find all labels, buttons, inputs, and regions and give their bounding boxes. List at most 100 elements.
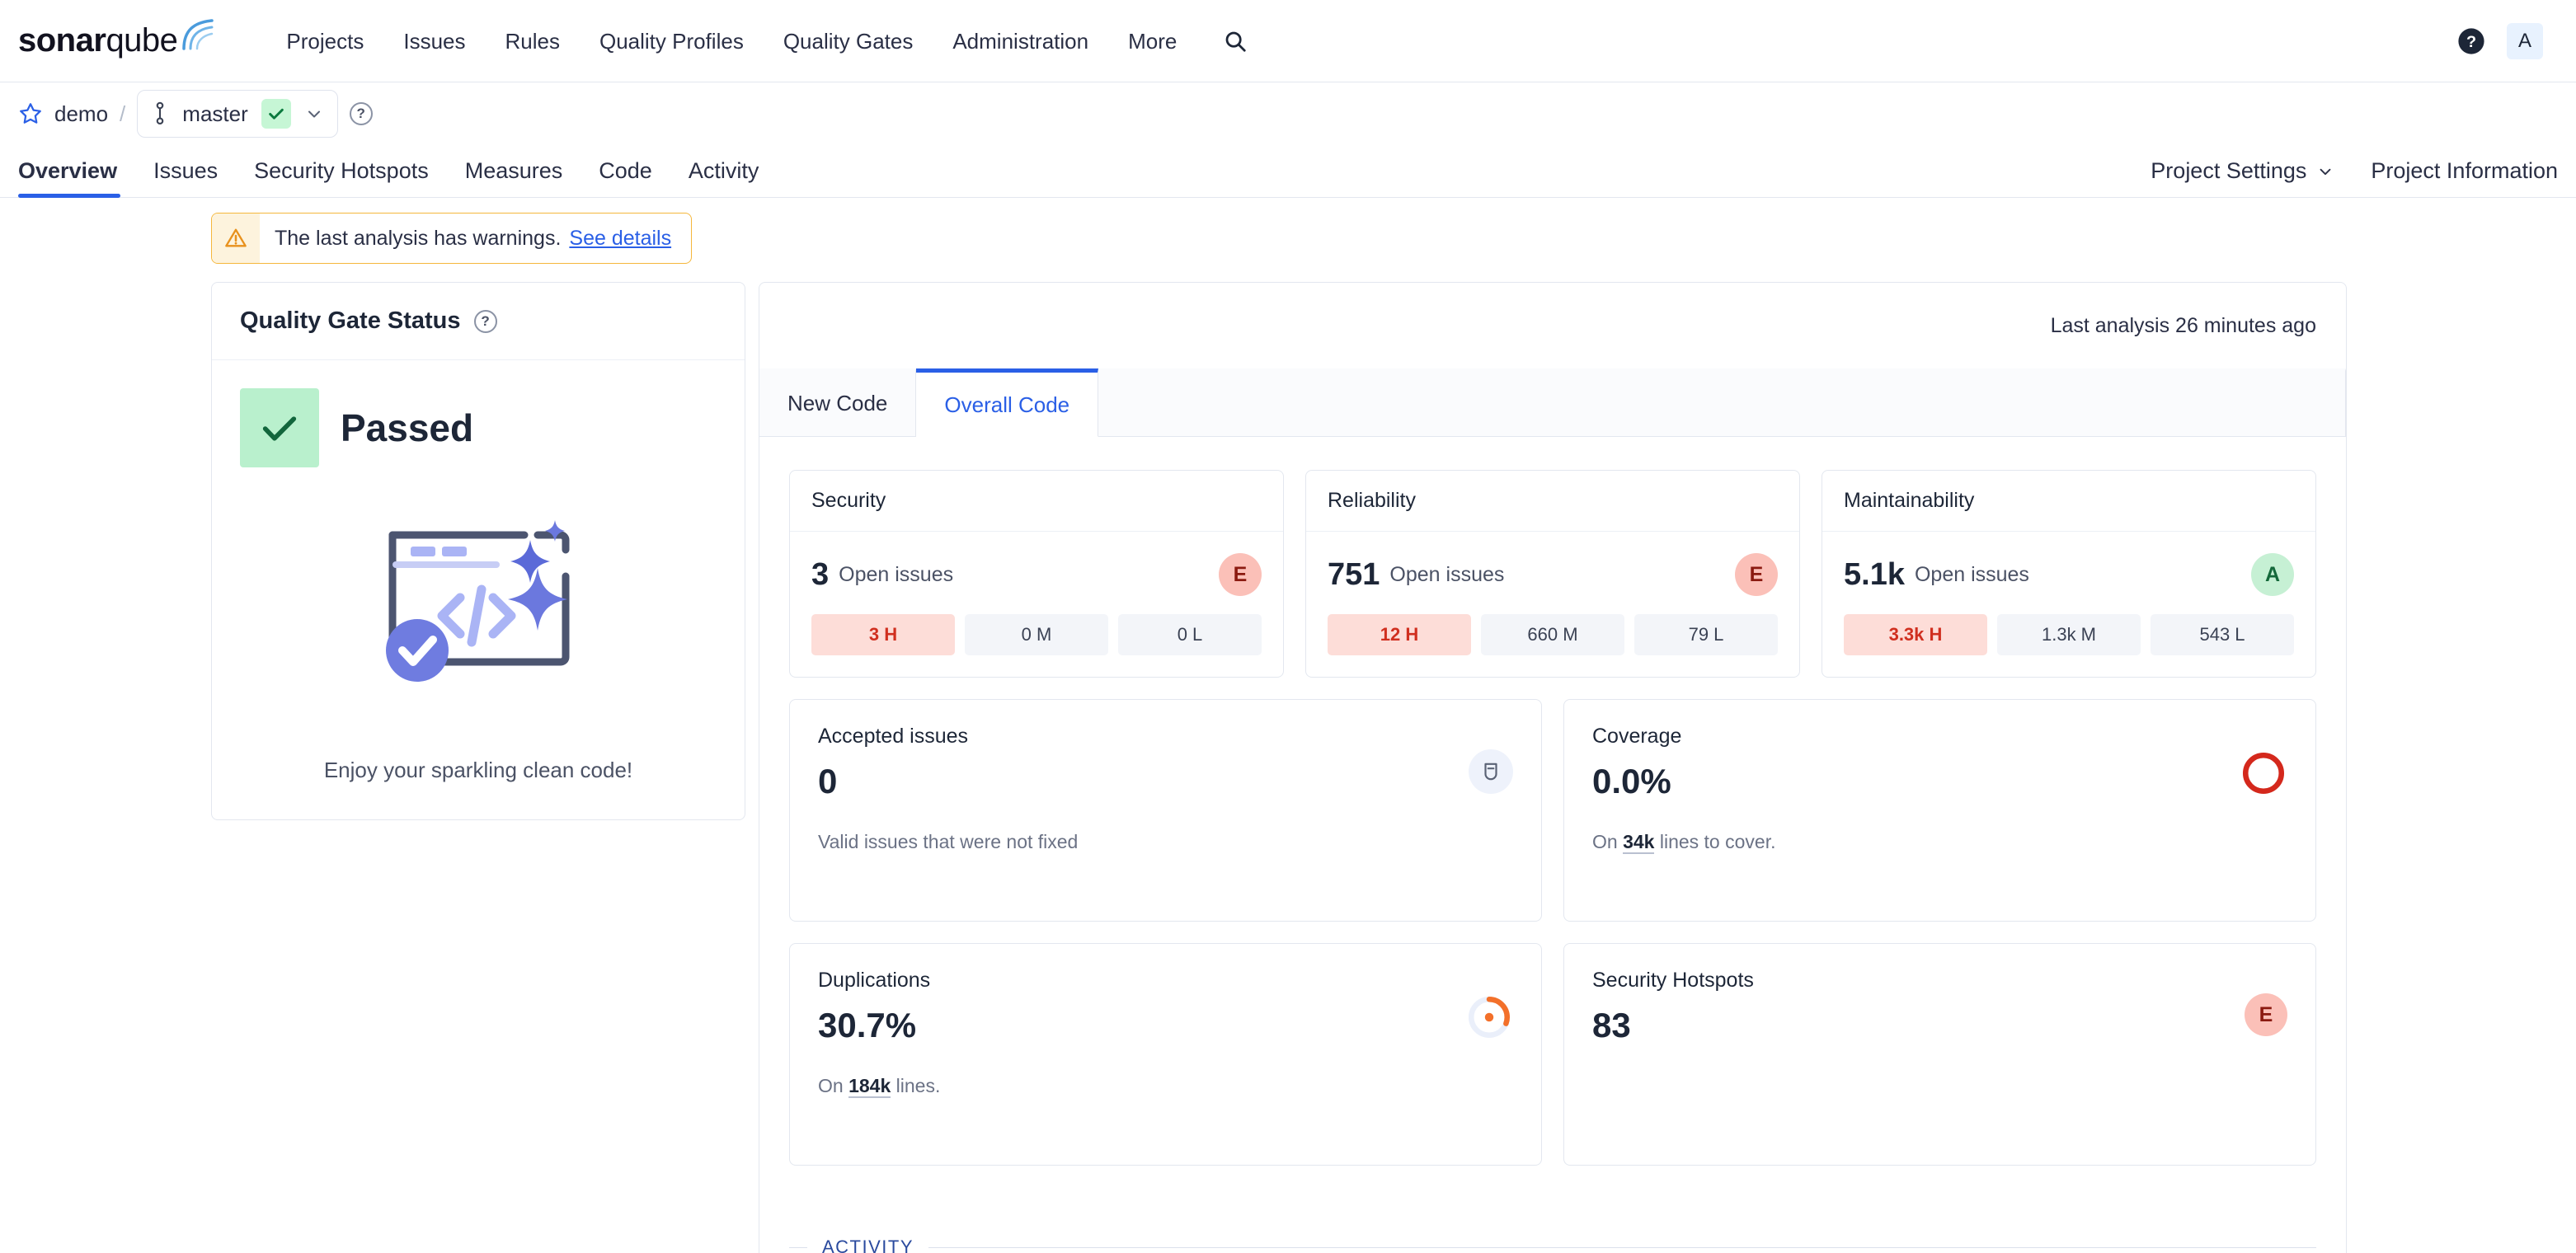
tab-issues[interactable]: Issues — [135, 158, 236, 197]
rating-badge[interactable]: E — [1735, 553, 1778, 596]
card-duplications: Duplications 30.7% On 184k lines. — [789, 943, 1542, 1166]
tab-activity[interactable]: Activity — [670, 158, 778, 197]
card-value[interactable]: 83 — [1592, 1006, 1754, 1045]
severity-chip-medium[interactable]: 660 M — [1481, 614, 1624, 655]
metric-line: 751 Open issues E — [1328, 553, 1778, 596]
logo-waves-icon — [182, 18, 214, 50]
severity-chips: 3.3k H 1.3k M 543 L — [1844, 614, 2294, 655]
help-circle-icon[interactable]: ? — [2457, 27, 2485, 55]
rating-badge[interactable]: A — [2251, 553, 2294, 596]
card-security-hotspots: Security Hotspots 83 E — [1563, 943, 2316, 1166]
sonarqube-logo[interactable]: sonarqube — [18, 18, 217, 59]
activity-divider: ACTIVITY — [789, 1237, 2316, 1253]
duplications-sub-prefix: On — [818, 1075, 849, 1096]
branch-selector[interactable]: master — [137, 90, 338, 138]
severity-chip-high[interactable]: 12 H — [1328, 614, 1471, 655]
severity-chips: 12 H 660 M 79 L — [1328, 614, 1778, 655]
global-nav-right: ? A — [2457, 22, 2543, 59]
tab-code[interactable]: Code — [581, 158, 670, 197]
nav-link-administration[interactable]: Administration — [933, 22, 1108, 60]
metric-label: Open issues — [1389, 562, 1505, 586]
logo-text-light: qube — [106, 22, 178, 59]
clean-code-illustration — [240, 500, 717, 723]
avatar[interactable]: A — [2507, 22, 2543, 59]
card-left: Coverage 0.0% On 34k lines to cover. — [1592, 725, 1775, 896]
svg-text:?: ? — [2466, 33, 2476, 51]
card-title: Duplications — [818, 969, 931, 992]
card-left: Accepted issues 0 Valid issues that were… — [818, 725, 1078, 896]
coverage-sub-suffix: lines to cover. — [1654, 831, 1776, 852]
metric-line: 3 Open issues E — [811, 553, 1262, 596]
card-accepted-issues: Accepted issues 0 Valid issues that were… — [789, 699, 1542, 922]
coverage-lines-link[interactable]: 34k — [1623, 831, 1655, 854]
project-tabs: Overview Issues Security Hotspots Measur… — [0, 145, 2576, 198]
nav-link-quality-profiles[interactable]: Quality Profiles — [580, 22, 764, 60]
code-scope-tabs: New Code Overall Code — [759, 368, 2346, 437]
activity-section-label: ACTIVITY — [822, 1237, 914, 1253]
quality-gate-help-icon[interactable]: ? — [473, 309, 497, 333]
see-details-link[interactable]: See details — [569, 227, 671, 251]
card-left: Security Hotspots 83 — [1592, 969, 1754, 1140]
tab-security-hotspots[interactable]: Security Hotspots — [236, 158, 447, 197]
nav-link-quality-gates[interactable]: Quality Gates — [764, 22, 933, 60]
severity-chip-high[interactable]: 3.3k H — [1844, 614, 1987, 655]
card-value[interactable]: 0.0% — [1592, 762, 1775, 801]
metric-body: 3 Open issues E 3 H 0 M 0 L — [790, 532, 1283, 677]
nav-link-projects[interactable]: Projects — [266, 22, 383, 60]
logo-text: sonarqube — [18, 22, 178, 59]
project-settings-label: Project Settings — [2151, 158, 2307, 183]
metric-body: 751 Open issues E 12 H 660 M 79 L — [1306, 532, 1799, 677]
chevron-down-icon — [308, 110, 320, 118]
duplications-sub-suffix: lines. — [891, 1075, 941, 1096]
tab-overall-code[interactable]: Overall Code — [916, 368, 1099, 437]
project-tabs-right: Project Settings Project Information — [2151, 158, 2558, 197]
branch-quality-gate-status-icon — [261, 99, 291, 129]
warning-triangle-icon — [212, 214, 260, 263]
metric-value[interactable]: 5.1k — [1844, 557, 1905, 593]
card-right — [1465, 969, 1513, 1140]
card-subtext: On 34k lines to cover. — [1592, 831, 1776, 854]
tab-new-code[interactable]: New Code — [759, 368, 917, 436]
logo-text-bold: sonar — [18, 22, 106, 59]
metric-value[interactable]: 751 — [1328, 557, 1380, 593]
nav-link-rules[interactable]: Rules — [486, 22, 580, 60]
card-value[interactable]: 30.7% — [818, 1006, 940, 1045]
severity-chip-low[interactable]: 543 L — [2151, 614, 2294, 655]
quality-gate-status: Passed — [240, 388, 717, 467]
metric-label: Open issues — [1914, 562, 2029, 586]
metric-card-security: Security 3 Open issues E 3 H 0 M 0 L — [789, 470, 1284, 678]
quality-gate-caption: Enjoy your sparkling clean code! — [323, 758, 633, 782]
severity-chip-medium[interactable]: 0 M — [965, 614, 1108, 655]
severity-chip-low[interactable]: 79 L — [1634, 614, 1778, 655]
breadcrumb-project[interactable]: demo — [54, 101, 108, 127]
card-title: Coverage — [1592, 725, 1682, 748]
breadcrumb: demo / master ? — [0, 82, 2576, 145]
quality-gate-body: Passed Enjoy your sparkling clean code! — [212, 360, 745, 819]
rating-badge[interactable]: E — [2245, 993, 2287, 1036]
card-right: E — [2245, 969, 2287, 1140]
measures-grid: Security 3 Open issues E 3 H 0 M 0 L Rel… — [759, 437, 2346, 1194]
overview-content: Quality Gate Status ? Passed Enjoy your … — [0, 264, 2576, 1253]
branch-help-icon[interactable]: ? — [349, 102, 373, 125]
global-nav-links: Projects Issues Rules Quality Profiles Q… — [266, 22, 1254, 60]
star-icon[interactable] — [18, 101, 43, 126]
card-value[interactable]: 0 — [818, 762, 1078, 801]
project-information-link[interactable]: Project Information — [2371, 158, 2558, 184]
rating-badge[interactable]: E — [1219, 553, 1262, 596]
nav-link-issues[interactable]: Issues — [383, 22, 485, 60]
metric-title: Security — [790, 471, 1283, 532]
severity-chip-high[interactable]: 3 H — [811, 614, 955, 655]
metric-label: Open issues — [839, 562, 954, 586]
nav-link-more[interactable]: More — [1108, 22, 1196, 60]
tab-measures[interactable]: Measures — [447, 158, 581, 197]
metric-title: Reliability — [1306, 471, 1799, 532]
search-icon[interactable] — [1216, 22, 1254, 60]
project-settings-menu[interactable]: Project Settings — [2151, 158, 2334, 184]
metric-value[interactable]: 3 — [811, 557, 829, 593]
severity-chip-medium[interactable]: 1.3k M — [1997, 614, 2141, 655]
duplications-lines-link[interactable]: 184k — [848, 1075, 891, 1098]
tab-overview[interactable]: Overview — [18, 158, 135, 198]
card-right — [2240, 725, 2287, 896]
severity-chip-low[interactable]: 0 L — [1118, 614, 1262, 655]
accepted-issue-icon — [1469, 749, 1513, 794]
